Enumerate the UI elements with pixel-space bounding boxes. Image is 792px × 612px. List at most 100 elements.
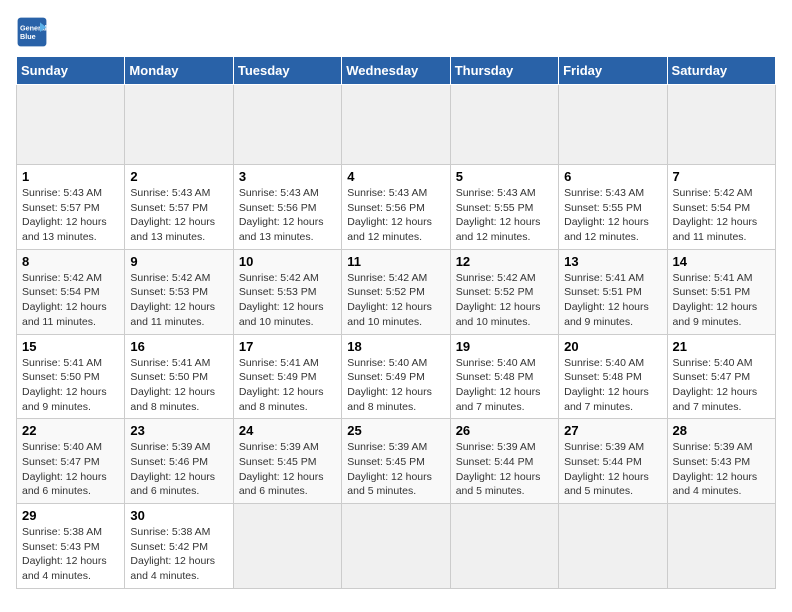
calendar-cell: 27 Sunrise: 5:39 AM Sunset: 5:44 PM Dayli… xyxy=(559,419,667,504)
calendar-cell: 1Sunrise: 5:43 AM Sunset: 5:57 PM Daylig… xyxy=(17,165,125,250)
day-info: Sunrise: 5:41 AM Sunset: 5:50 PM Dayligh… xyxy=(22,356,119,415)
col-header-saturday: Saturday xyxy=(667,57,775,85)
col-header-thursday: Thursday xyxy=(450,57,558,85)
day-info: Sunrise: 5:39 AM Sunset: 5:44 PM Dayligh… xyxy=(564,440,661,499)
calendar-cell: 18Sunrise: 5:40 AM Sunset: 5:49 PM Dayli… xyxy=(342,334,450,419)
day-info: Sunrise: 5:39 AM Sunset: 5:45 PM Dayligh… xyxy=(239,440,336,499)
calendar-cell: 28 Sunrise: 5:39 AM Sunset: 5:43 PM Dayli… xyxy=(667,419,775,504)
day-number: 27 xyxy=(564,423,661,438)
day-number: 25 xyxy=(347,423,444,438)
day-number: 12 xyxy=(456,254,553,269)
day-info: Sunrise: 5:42 AM Sunset: 5:53 PM Dayligh… xyxy=(130,271,227,330)
day-number: 26 xyxy=(456,423,553,438)
day-info: Sunrise: 5:42 AM Sunset: 5:52 PM Dayligh… xyxy=(347,271,444,330)
calendar-week-row: 8Sunrise: 5:42 AM Sunset: 5:54 PM Daylig… xyxy=(17,249,776,334)
col-header-monday: Monday xyxy=(125,57,233,85)
calendar-cell: 20 Sunrise: 5:40 AM Sunset: 5:48 PM Dayli… xyxy=(559,334,667,419)
day-number: 30 xyxy=(130,508,227,523)
day-number: 2 xyxy=(130,169,227,184)
day-number: 16 xyxy=(130,339,227,354)
svg-text:Blue: Blue xyxy=(20,32,36,41)
day-info: Sunrise: 5:40 AM Sunset: 5:48 PM Dayligh… xyxy=(564,356,661,415)
day-info: Sunrise: 5:40 AM Sunset: 5:48 PM Dayligh… xyxy=(456,356,553,415)
calendar-body: 1 Sunrise: 5:43 AM Sunset: 5:57 PM Daylig… xyxy=(17,85,776,589)
calendar-week-row xyxy=(17,85,776,165)
day-info: Sunrise: 5:40 AM Sunset: 5:47 PM Dayligh… xyxy=(22,440,119,499)
day-number: 22 xyxy=(22,423,119,438)
calendar-cell: 29Sunrise: 5:38 AM Sunset: 5:43 PM Dayli… xyxy=(17,504,125,589)
col-header-wednesday: Wednesday xyxy=(342,57,450,85)
calendar-cell: 14 Sunrise: 5:41 AM Sunset: 5:51 PM Dayli… xyxy=(667,249,775,334)
day-number: 9 xyxy=(130,254,227,269)
calendar-cell: 17 Sunrise: 5:41 AM Sunset: 5:49 PM Dayli… xyxy=(233,334,341,419)
day-number: 23 xyxy=(130,423,227,438)
calendar-cell: 25 Sunrise: 5:39 AM Sunset: 5:45 PM Dayli… xyxy=(342,419,450,504)
day-info: Sunrise: 5:38 AM Sunset: 5:43 PM Dayligh… xyxy=(22,525,119,584)
day-info: Sunrise: 5:41 AM Sunset: 5:50 PM Dayligh… xyxy=(130,356,227,415)
calendar-cell: 11 Sunrise: 5:42 AM Sunset: 5:52 PM Dayli… xyxy=(342,249,450,334)
day-number: 6 xyxy=(564,169,661,184)
day-info: Sunrise: 5:39 AM Sunset: 5:44 PM Dayligh… xyxy=(456,440,553,499)
calendar-cell xyxy=(233,85,341,165)
day-info: Sunrise: 5:41 AM Sunset: 5:49 PM Dayligh… xyxy=(239,356,336,415)
calendar-cell: 22 Sunrise: 5:40 AM Sunset: 5:47 PM Dayli… xyxy=(17,419,125,504)
day-info: Sunrise: 5:43 AM Sunset: 5:56 PM Dayligh… xyxy=(347,186,444,245)
calendar-cell xyxy=(17,85,125,165)
day-number: 13 xyxy=(564,254,661,269)
calendar-cell: 16 Sunrise: 5:41 AM Sunset: 5:50 PM Dayli… xyxy=(125,334,233,419)
calendar-cell: 26 Sunrise: 5:39 AM Sunset: 5:44 PM Dayli… xyxy=(450,419,558,504)
calendar-cell: 19 Sunrise: 5:40 AM Sunset: 5:48 PM Dayli… xyxy=(450,334,558,419)
day-info: Sunrise: 5:42 AM Sunset: 5:53 PM Dayligh… xyxy=(239,271,336,330)
calendar-cell xyxy=(450,85,558,165)
day-number: 5 xyxy=(456,169,553,184)
day-number: 19 xyxy=(456,339,553,354)
calendar-cell xyxy=(667,85,775,165)
day-number: 17 xyxy=(239,339,336,354)
calendar-cell xyxy=(233,504,341,589)
calendar-cell xyxy=(342,504,450,589)
day-number: 7 xyxy=(673,169,770,184)
col-header-friday: Friday xyxy=(559,57,667,85)
calendar-week-row: 15Sunrise: 5:41 AM Sunset: 5:50 PM Dayli… xyxy=(17,334,776,419)
day-number: 10 xyxy=(239,254,336,269)
calendar-cell: 6Sunrise: 5:43 AM Sunset: 5:55 PM Daylig… xyxy=(559,165,667,250)
day-number: 4 xyxy=(347,169,444,184)
calendar-cell: 2 Sunrise: 5:43 AM Sunset: 5:57 PM Daylig… xyxy=(125,165,233,250)
day-info: Sunrise: 5:43 AM Sunset: 5:57 PM Dayligh… xyxy=(130,186,227,245)
calendar-cell: 12Sunrise: 5:42 AM Sunset: 5:52 PM Dayli… xyxy=(450,249,558,334)
day-info: Sunrise: 5:40 AM Sunset: 5:49 PM Dayligh… xyxy=(347,356,444,415)
header: General Blue xyxy=(16,16,776,48)
calendar-cell: 30 Sunrise: 5:38 AM Sunset: 5:42 PM Dayli… xyxy=(125,504,233,589)
day-info: Sunrise: 5:38 AM Sunset: 5:42 PM Dayligh… xyxy=(130,525,227,584)
calendar-week-row: 29Sunrise: 5:38 AM Sunset: 5:43 PM Dayli… xyxy=(17,504,776,589)
calendar-week-row: 22 Sunrise: 5:40 AM Sunset: 5:47 PM Dayli… xyxy=(17,419,776,504)
day-number: 11 xyxy=(347,254,444,269)
calendar-cell: 24Sunrise: 5:39 AM Sunset: 5:45 PM Dayli… xyxy=(233,419,341,504)
day-info: Sunrise: 5:42 AM Sunset: 5:54 PM Dayligh… xyxy=(22,271,119,330)
day-number: 1 xyxy=(22,169,119,184)
col-header-tuesday: Tuesday xyxy=(233,57,341,85)
day-info: Sunrise: 5:42 AM Sunset: 5:54 PM Dayligh… xyxy=(673,186,770,245)
calendar-cell: 7 Sunrise: 5:42 AM Sunset: 5:54 PM Daylig… xyxy=(667,165,775,250)
day-info: Sunrise: 5:40 AM Sunset: 5:47 PM Dayligh… xyxy=(673,356,770,415)
calendar-table: SundayMondayTuesdayWednesdayThursdayFrid… xyxy=(16,56,776,589)
day-number: 20 xyxy=(564,339,661,354)
calendar-cell: 10 Sunrise: 5:42 AM Sunset: 5:53 PM Dayli… xyxy=(233,249,341,334)
calendar-cell xyxy=(450,504,558,589)
calendar-cell: 15Sunrise: 5:41 AM Sunset: 5:50 PM Dayli… xyxy=(17,334,125,419)
logo-icon: General Blue xyxy=(16,16,48,48)
day-number: 3 xyxy=(239,169,336,184)
day-info: Sunrise: 5:39 AM Sunset: 5:43 PM Dayligh… xyxy=(673,440,770,499)
day-number: 14 xyxy=(673,254,770,269)
calendar-cell xyxy=(559,85,667,165)
calendar-cell: 13Sunrise: 5:41 AM Sunset: 5:51 PM Dayli… xyxy=(559,249,667,334)
calendar-cell: 4 Sunrise: 5:43 AM Sunset: 5:56 PM Daylig… xyxy=(342,165,450,250)
day-info: Sunrise: 5:41 AM Sunset: 5:51 PM Dayligh… xyxy=(673,271,770,330)
day-info: Sunrise: 5:39 AM Sunset: 5:46 PM Dayligh… xyxy=(130,440,227,499)
calendar-cell xyxy=(559,504,667,589)
calendar-cell: 9 Sunrise: 5:42 AM Sunset: 5:53 PM Daylig… xyxy=(125,249,233,334)
day-info: Sunrise: 5:39 AM Sunset: 5:45 PM Dayligh… xyxy=(347,440,444,499)
day-info: Sunrise: 5:43 AM Sunset: 5:55 PM Dayligh… xyxy=(456,186,553,245)
calendar-cell: 23 Sunrise: 5:39 AM Sunset: 5:46 PM Dayli… xyxy=(125,419,233,504)
day-number: 28 xyxy=(673,423,770,438)
